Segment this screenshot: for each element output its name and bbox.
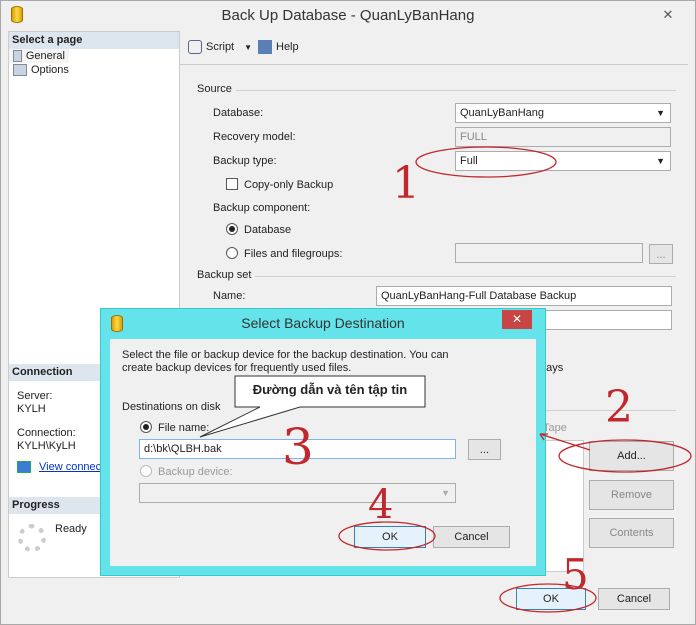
annotation-arrow bbox=[539, 433, 591, 451]
callout-text: Đường dẫn và tên tập tin bbox=[252, 382, 408, 397]
annotation-number-5: 5 bbox=[562, 550, 589, 599]
annotation-number-4: 4 bbox=[368, 482, 394, 528]
annotation-number-3: 3 bbox=[282, 418, 314, 476]
annotation-ellipse bbox=[415, 146, 557, 178]
annotation-ellipse bbox=[558, 439, 692, 473]
annotation-number-1: 1 bbox=[392, 158, 420, 209]
annotation-number-2: 2 bbox=[605, 382, 633, 433]
annotation-overlay bbox=[199, 146, 692, 613]
